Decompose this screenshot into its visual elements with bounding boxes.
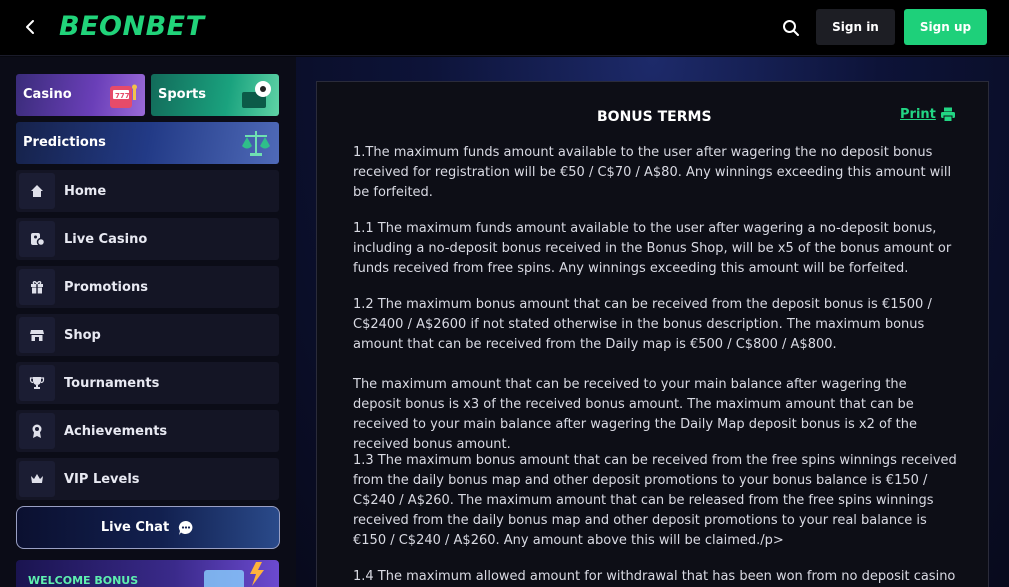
terms-paragraph: 1.The maximum funds amount available to …: [353, 145, 952, 200]
sidebar-item-achievements[interactable]: Achievements: [16, 410, 279, 452]
search-icon[interactable]: [781, 18, 801, 38]
crown-icon: [19, 461, 55, 497]
live-chat-label: Live Chat: [100, 520, 170, 535]
sidebar-item-label: Tournaments: [64, 375, 160, 391]
sidebar-item-live-casino[interactable]: Live Casino: [16, 218, 279, 260]
scales-icon: [242, 131, 270, 156]
bonus-chest-icon: [204, 562, 264, 587]
shop-icon: [19, 317, 55, 353]
home-icon: [19, 173, 55, 209]
terms-paragraph: The maximum amount that can be received …: [353, 377, 918, 452]
sidebar-item-vip-levels[interactable]: VIP Levels: [16, 458, 279, 500]
sign-in-button[interactable]: Sign in: [816, 9, 895, 45]
sidebar-item-label: Promotions: [64, 279, 148, 295]
soccer-ball-icon: [242, 81, 271, 108]
sidebar-item-label: Shop: [64, 327, 101, 343]
sidebar: Casino 777 Sports Predictions Home Live …: [0, 57, 296, 587]
gift-icon: [19, 269, 55, 305]
sign-up-button[interactable]: Sign up: [904, 9, 987, 45]
bonus-terms-panel: BONUS TERMS Print 1.The maximum funds am…: [316, 81, 989, 587]
sidebar-item-tournaments[interactable]: Tournaments: [16, 362, 279, 404]
terms-paragraph: 1.1 The maximum funds amount available t…: [353, 221, 952, 276]
welcome-bonus-banner[interactable]: WELCOME BONUS: [16, 560, 279, 587]
back-arrow-icon[interactable]: [22, 16, 40, 38]
casino-tile-label: Casino: [23, 87, 72, 102]
svg-text:777: 777: [115, 92, 130, 100]
slot-machine-icon: 777: [110, 84, 137, 108]
live-casino-icon: [19, 221, 55, 257]
printer-icon: [940, 107, 955, 122]
medal-icon: [19, 413, 55, 449]
predictions-tile[interactable]: Predictions: [16, 122, 279, 164]
page-title: BONUS TERMS: [597, 109, 712, 125]
sidebar-item-home[interactable]: Home: [16, 170, 279, 212]
beonbet-logo[interactable]: BEONBET: [59, 9, 205, 45]
trophy-icon: [19, 365, 55, 401]
sidebar-item-label: Achievements: [64, 423, 168, 439]
chat-bubble-icon: [179, 520, 193, 535]
terms-paragraph: 1.4 The maximum allowed amount for withd…: [353, 569, 956, 584]
sports-tile[interactable]: Sports: [151, 74, 279, 116]
sidebar-item-promotions[interactable]: Promotions: [16, 266, 279, 308]
sidebar-item-label: Home: [64, 183, 107, 199]
live-chat-button[interactable]: Live Chat: [16, 506, 280, 549]
sports-tile-label: Sports: [158, 87, 206, 102]
top-header: BEONBET Sign in Sign up: [0, 0, 1009, 56]
casino-tile[interactable]: Casino 777: [16, 74, 145, 116]
terms-paragraph: 1.3 The maximum bonus amount that can be…: [353, 453, 957, 548]
welcome-bonus-label: WELCOME BONUS: [28, 574, 139, 587]
sidebar-item-shop[interactable]: Shop: [16, 314, 279, 356]
print-button[interactable]: Print: [900, 107, 956, 122]
sidebar-item-label: Live Casino: [64, 231, 148, 247]
print-label: Print: [900, 107, 936, 122]
predictions-tile-label: Predictions: [23, 135, 106, 150]
terms-paragraph: 1.2 The maximum bonus amount that can be…: [353, 297, 932, 352]
sidebar-item-label: VIP Levels: [64, 471, 140, 487]
